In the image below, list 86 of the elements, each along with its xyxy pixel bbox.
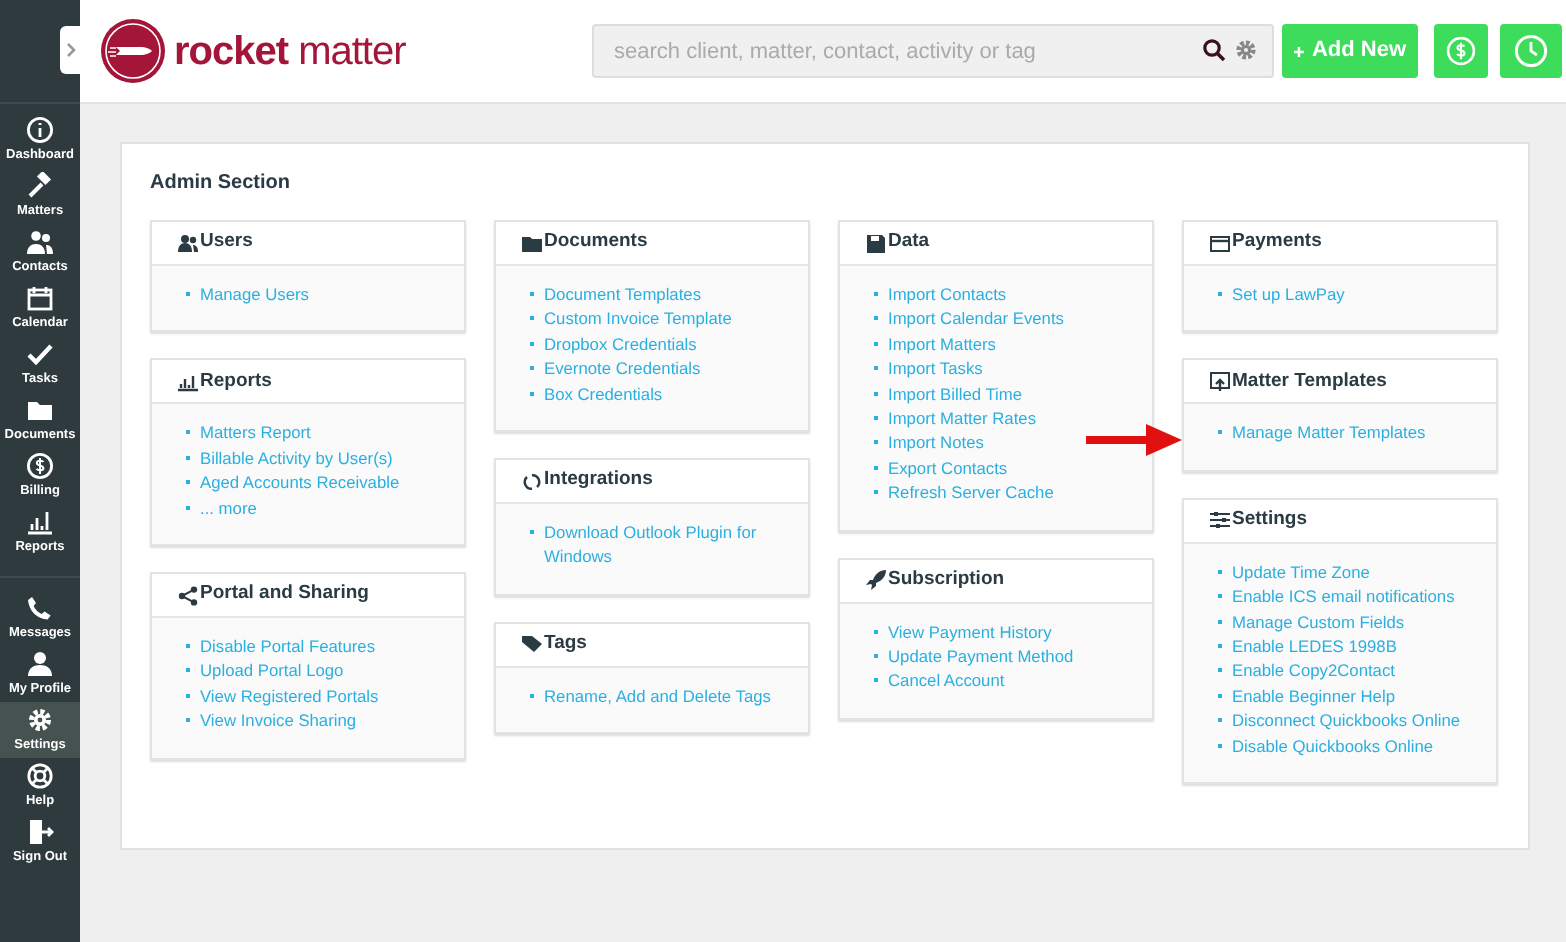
upload-icon [1210, 371, 1230, 392]
card-title: Integrations [544, 466, 653, 495]
admin-link[interactable]: Custom Invoice Template [544, 306, 732, 332]
settings-icon [26, 705, 54, 734]
card-title: Data [888, 228, 930, 257]
tag-icon [522, 634, 542, 655]
dollar-circle-icon [26, 451, 54, 480]
plus-icon [1294, 43, 1304, 59]
person-icon [26, 649, 54, 678]
logo-text: rocket matter [174, 27, 406, 77]
door-exit-icon [26, 817, 54, 846]
admin-link[interactable]: View Registered Portals [200, 683, 379, 709]
rocket-logo-icon [100, 18, 166, 84]
card-title: Users [200, 228, 253, 257]
admin-link[interactable]: Disable Portal Features [200, 634, 376, 659]
arrow-annotation [1086, 422, 1182, 458]
section-title: Admin Section [150, 170, 293, 198]
admin-link[interactable]: Disconnect Quickbooks Online [1232, 708, 1461, 734]
admin-link[interactable]: ... more [200, 495, 257, 521]
bar-chart-icon [26, 507, 54, 536]
phone-icon [26, 593, 54, 622]
admin-link[interactable]: View Invoice Sharing [200, 708, 357, 734]
admin-link[interactable]: Enable ICS email notifications [1232, 584, 1455, 610]
chevron-right-icon [65, 42, 75, 58]
admin-link[interactable]: Import Matter Rates [888, 406, 1037, 431]
admin-link[interactable]: Update Payment Method [888, 644, 1074, 669]
settings-icon[interactable] [1234, 38, 1258, 62]
gavel-icon [26, 171, 54, 200]
info-circle-icon [26, 115, 54, 144]
admin-link[interactable]: Enable Copy2Contact [1232, 658, 1395, 684]
clock-icon [1514, 34, 1548, 68]
card-title: Matter Templates [1232, 367, 1387, 396]
billing-button[interactable] [1434, 24, 1488, 78]
admin-link[interactable]: Import Tasks [888, 356, 983, 382]
dollar-circle-icon [1446, 34, 1476, 68]
admin-link[interactable]: Update Time Zone [1232, 559, 1370, 585]
admin-link[interactable]: Enable LEDES 1998B [1232, 634, 1397, 659]
admin-link[interactable]: Rename, Add and Delete Tags [544, 683, 771, 709]
card-title: Portal and Sharing [200, 580, 369, 609]
admin-link[interactable]: Disable Quickbooks Online [1232, 733, 1434, 759]
admin-link[interactable]: Evernote Credentials [544, 356, 701, 382]
admin-link[interactable]: Manage Custom Fields [1232, 609, 1405, 635]
admin-link[interactable]: Document Templates [544, 282, 702, 307]
share-icon [178, 585, 198, 606]
admin-link[interactable]: Cancel Account [888, 668, 1005, 694]
timer-button[interactable] [1500, 24, 1562, 78]
checkmark-icon [26, 339, 54, 368]
rocket-icon [866, 570, 886, 591]
card-title: Settings [1232, 506, 1307, 535]
admin-link[interactable]: Import Notes [888, 430, 984, 456]
admin-link[interactable]: Matters Report [200, 420, 311, 446]
add-new-button[interactable]: Add New [1282, 24, 1418, 78]
people-icon [26, 227, 54, 256]
expand-button[interactable] [60, 26, 80, 74]
bar-chart-icon [178, 371, 198, 392]
admin-link[interactable]: Import Matters [888, 331, 996, 357]
admin-link[interactable]: Box Credentials [544, 381, 663, 407]
admin-link[interactable]: Export Contacts [888, 455, 1008, 481]
admin-link[interactable]: Import Calendar Events [888, 306, 1064, 332]
admin-link[interactable]: Manage Users [200, 282, 309, 307]
card-title: Payments [1232, 228, 1322, 257]
card-title: Subscription [888, 566, 1005, 595]
admin-link[interactable]: Dropbox Credentials [544, 331, 697, 357]
people-icon [178, 233, 198, 253]
admin-link[interactable]: Import Contacts [888, 282, 1007, 307]
admin-link[interactable]: Enable Beginner Help [1232, 683, 1395, 709]
admin-link[interactable]: Import Billed Time [888, 381, 1023, 407]
admin-link[interactable]: Set up LawPay [1232, 282, 1345, 307]
admin-link[interactable]: View Payment History [888, 619, 1052, 645]
card-title: Documents [544, 228, 648, 257]
admin-link[interactable]: Aged Accounts Receivable [200, 470, 400, 496]
admin-link[interactable]: Download Outlook Plugin for Windows [544, 520, 792, 570]
sliders-icon [1210, 510, 1230, 531]
admin-link[interactable]: Upload Portal Logo [200, 658, 344, 684]
search-field[interactable]: search client, matter, contact, activity or tag [592, 24, 1274, 78]
admin-link[interactable]: Manage Matter Templates [1232, 420, 1426, 446]
card-title: Reports [200, 367, 272, 396]
credit-card-icon [1210, 233, 1230, 253]
admin-link[interactable]: Refresh Server Cache [888, 480, 1054, 506]
sync-icon [522, 471, 542, 492]
search-icon[interactable] [1202, 38, 1226, 62]
card-title: Tags [544, 630, 587, 659]
admin-link[interactable]: Billable Activity by User(s) [200, 445, 393, 471]
folder-icon [522, 233, 542, 253]
calendar-icon [26, 283, 54, 312]
lifebuoy-icon [26, 761, 54, 790]
